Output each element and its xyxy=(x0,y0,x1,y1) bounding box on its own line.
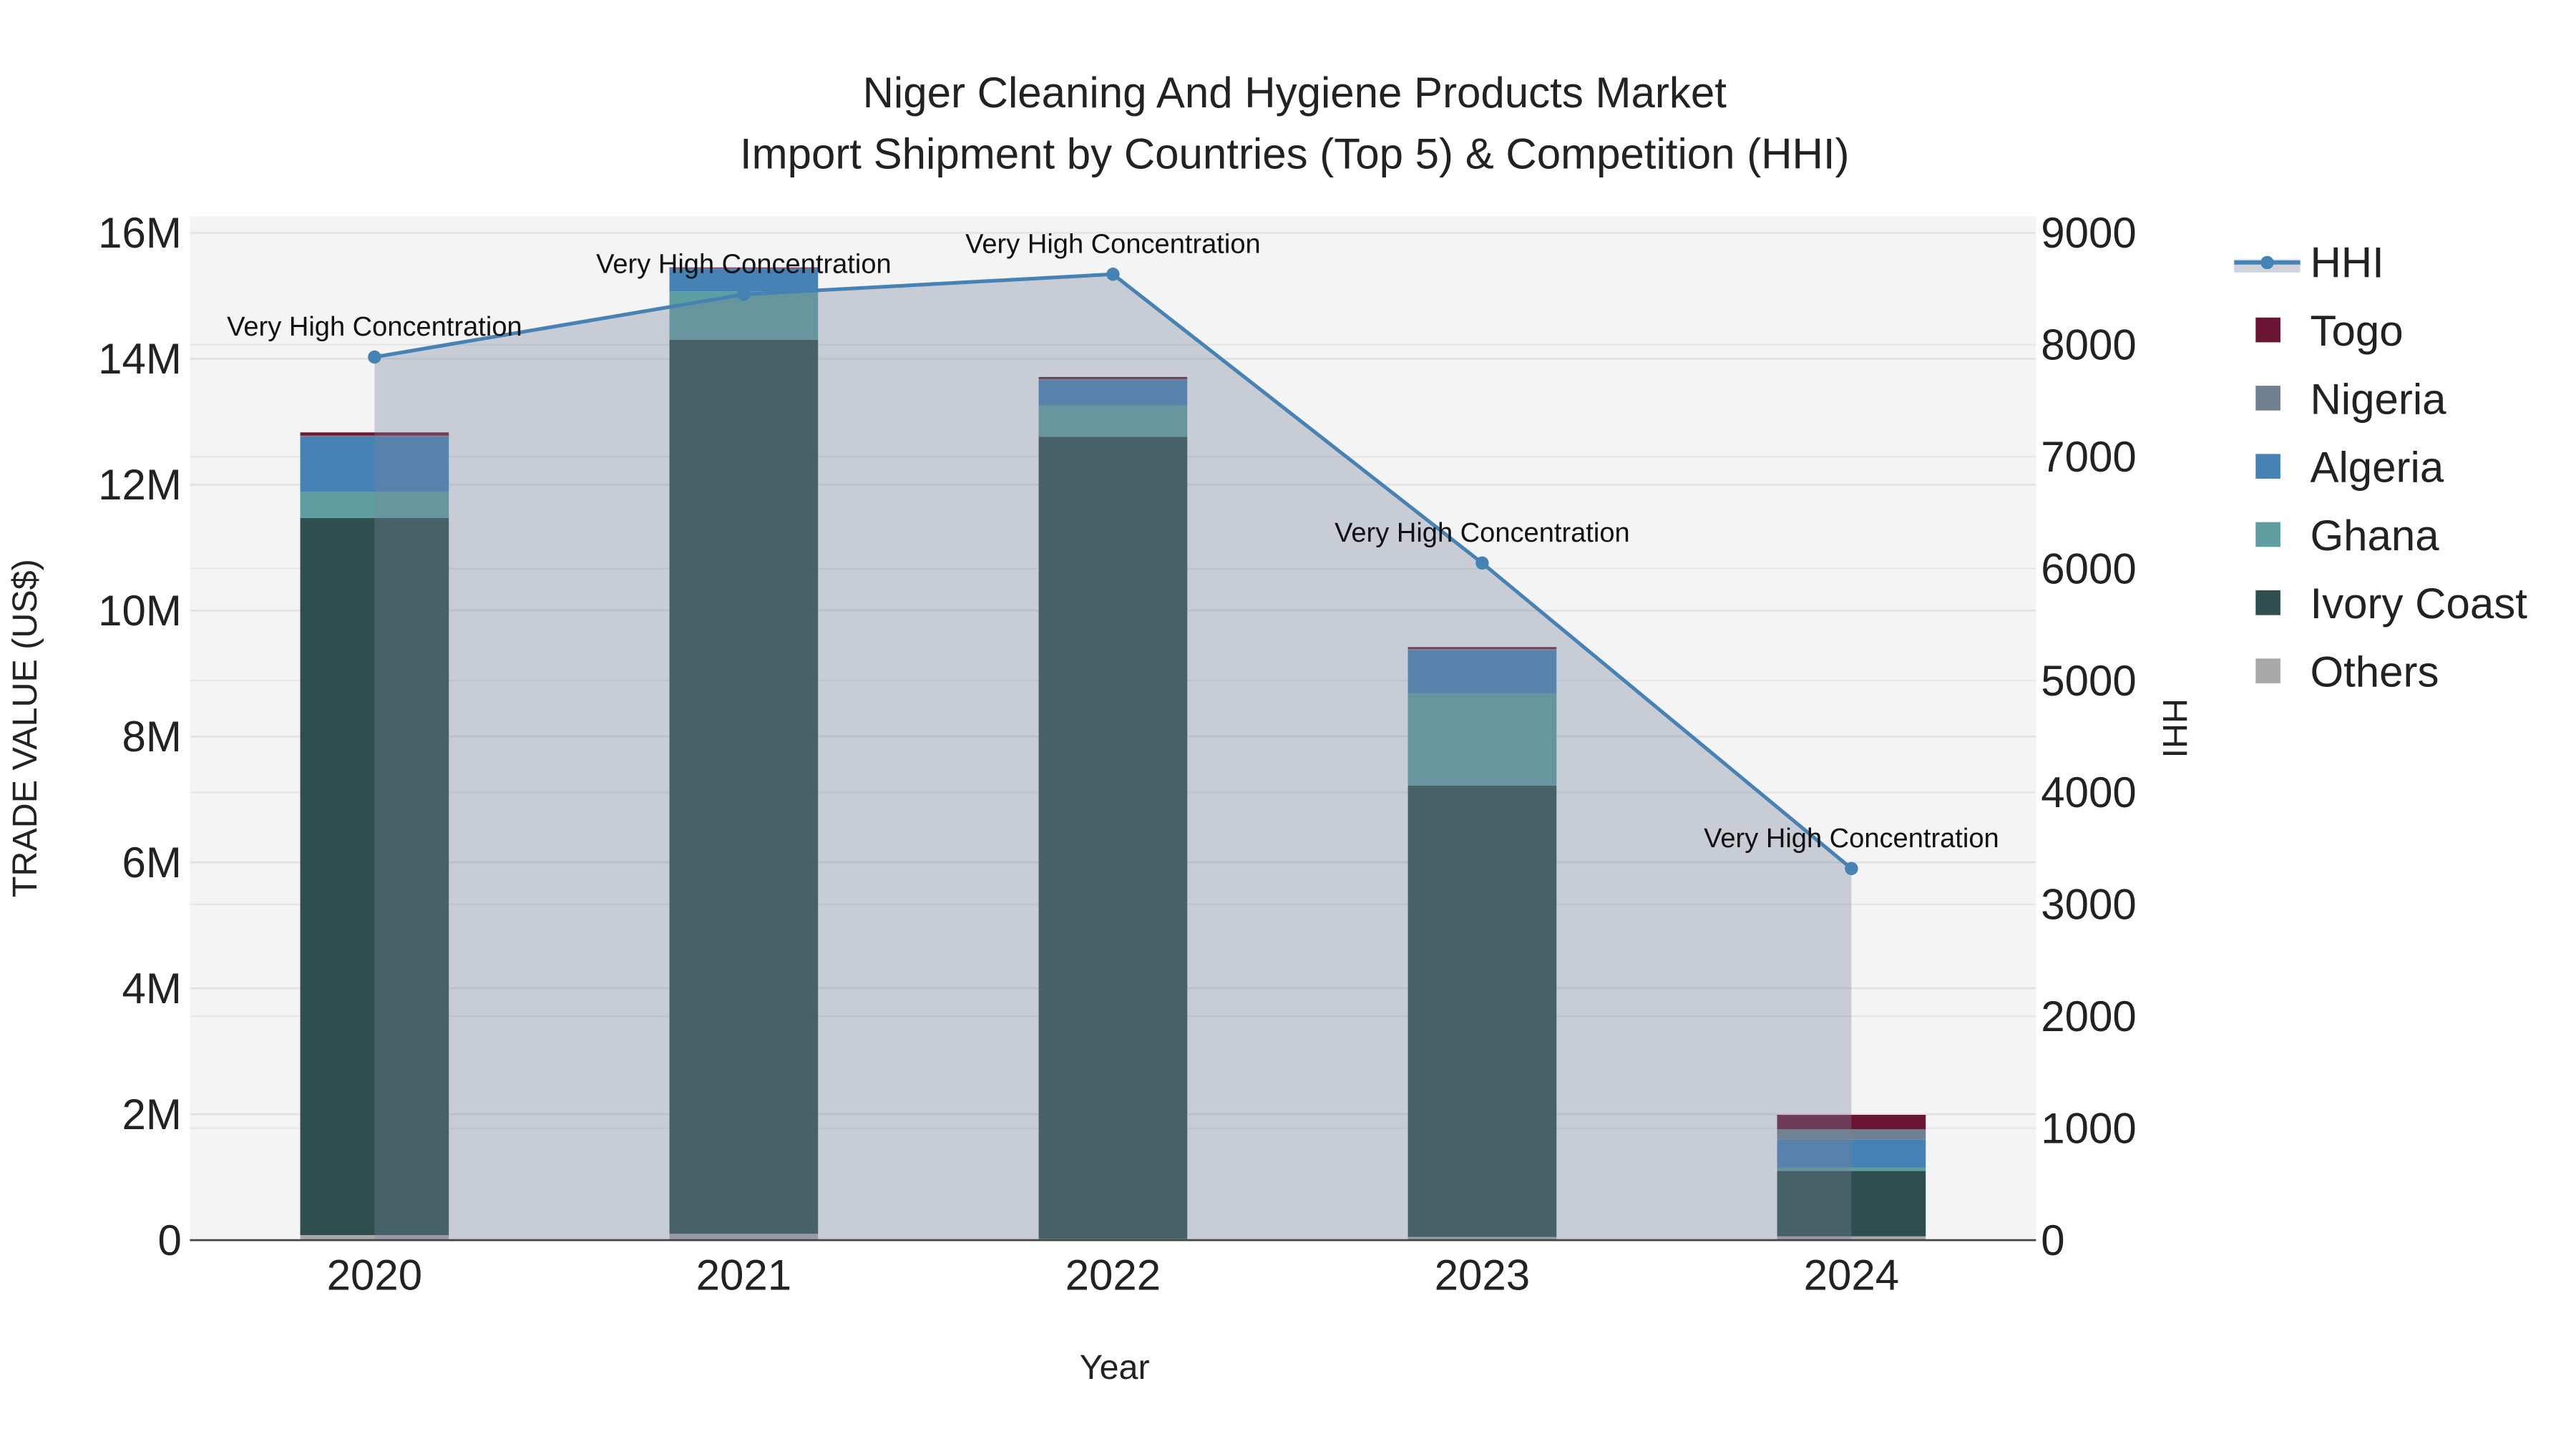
legend-label: Togo xyxy=(2310,307,2403,355)
x-tick-label: 2021 xyxy=(696,1251,791,1299)
hhi-annotation: Very High Concentration xyxy=(227,312,522,342)
hhi-point xyxy=(368,350,381,364)
legend-swatch-others xyxy=(2255,658,2280,683)
x-axis-title: Year xyxy=(1080,1348,1150,1387)
chart-subtitle: Import Shipment by Countries (Top 5) & C… xyxy=(740,130,1850,177)
hhi-annotation: Very High Concentration xyxy=(1335,518,1630,548)
y-tick-label: 4M xyxy=(122,965,181,1013)
y2-tick-label: 2000 xyxy=(2041,992,2136,1040)
y2-tick-label: 3000 xyxy=(2041,881,2136,929)
hhi-annotation: Very High Concentration xyxy=(965,229,1261,259)
y2-tick-label: 6000 xyxy=(2041,545,2136,592)
y-axis-title: TRADE VALUE (US$) xyxy=(6,559,44,897)
legend-label: Nigeria xyxy=(2310,375,2446,423)
hhi-point xyxy=(1475,556,1489,570)
y2-tick-label: 4000 xyxy=(2041,769,2136,816)
legend-label: Ghana xyxy=(2310,512,2439,560)
hhi-annotation: Very High Concentration xyxy=(596,249,892,279)
y-tick-label: 6M xyxy=(122,839,181,887)
legend-label: Ivory Coast xyxy=(2310,580,2527,628)
y-tick-label: 0 xyxy=(157,1216,181,1264)
legend-label: HHI xyxy=(2310,239,2384,287)
x-tick-label: 2022 xyxy=(1065,1251,1161,1299)
chart-title: Niger Cleaning And Hygiene Products Mark… xyxy=(863,69,1727,117)
y-tick-label: 8M xyxy=(122,713,181,761)
hhi-point xyxy=(737,288,751,301)
hhi-annotation: Very High Concentration xyxy=(1704,824,1999,854)
y2-tick-label: 1000 xyxy=(2041,1104,2136,1152)
y-tick-label: 14M xyxy=(98,335,182,383)
x-tick-label: 2020 xyxy=(327,1251,422,1299)
y-tick-label: 2M xyxy=(122,1091,181,1138)
x-tick-label: 2023 xyxy=(1435,1251,1530,1299)
legend-swatch-algeria xyxy=(2255,454,2280,479)
hhi-point xyxy=(1106,268,1120,281)
legend: HHI Togo Nigeria Algeria Ghana Ivory Coast Oth… xyxy=(2234,239,2527,696)
y2-tick-label: 0 xyxy=(2041,1216,2064,1264)
legend-swatch-ivory-coast xyxy=(2255,590,2280,615)
legend-swatch-nigeria xyxy=(2255,386,2280,411)
y2-tick-label: 5000 xyxy=(2041,657,2136,705)
legend-hhi-marker xyxy=(2260,255,2274,270)
y-tick-label: 16M xyxy=(98,209,182,257)
x-tick-label: 2024 xyxy=(1804,1251,1899,1299)
chart: Very High Concentration Very High Concent… xyxy=(6,69,2527,1387)
y-tick-label: 12M xyxy=(98,461,182,509)
y2-tick-label: 8000 xyxy=(2041,321,2136,369)
legend-swatch-togo xyxy=(2255,317,2280,343)
y2-tick-label: 7000 xyxy=(2041,433,2136,481)
y2-axis-title: HHI xyxy=(2155,698,2194,758)
legend-swatch-ghana xyxy=(2255,522,2280,547)
y-tick-label: 10M xyxy=(98,587,182,635)
legend-label: Others xyxy=(2310,648,2439,696)
y2-tick-label: 9000 xyxy=(2041,209,2136,257)
hhi-point xyxy=(1845,862,1858,876)
legend-label: Algeria xyxy=(2310,444,2444,492)
